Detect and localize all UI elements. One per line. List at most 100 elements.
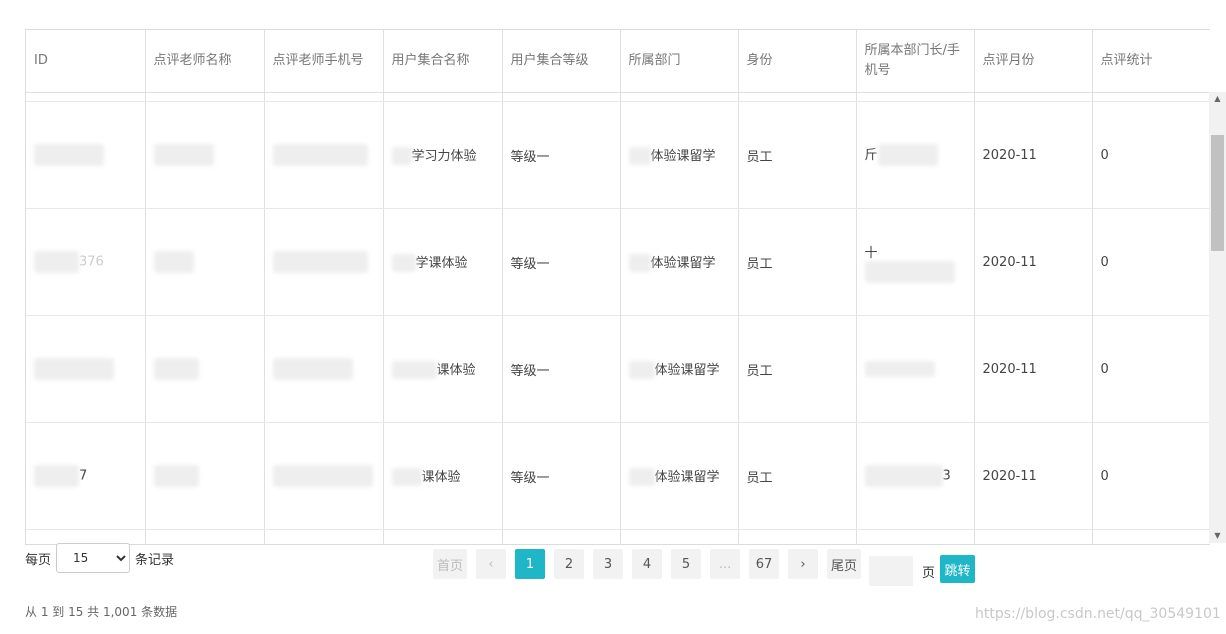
redacted-blur (272, 251, 368, 273)
cell-phone (264, 422, 384, 530)
last-page-button[interactable]: 尾页 (827, 549, 862, 579)
redacted-blur (391, 468, 422, 487)
redacted-blur (272, 465, 373, 487)
cell-id: 7 (26, 422, 146, 530)
cell-teacher (145, 208, 265, 316)
redacted-blur (153, 358, 199, 380)
column-header-month: 点评月份 (974, 30, 1093, 93)
cell-dept: 体验课留学 (620, 101, 739, 209)
cell-teacher (145, 101, 265, 209)
cell-group: 学课体验 (383, 208, 503, 316)
cell-count-link[interactable]: 0 (1092, 315, 1210, 423)
cell-count-link[interactable]: 0 (1092, 101, 1210, 209)
cell-month: 2020-11 (974, 208, 1093, 316)
table-spacer-row (26, 92, 1210, 102)
page-size-select[interactable]: 15 (56, 543, 131, 573)
data-table: ID 点评老师名称 点评老师手机号 用户集合名称 用户集合等级 所属部门 身份 … (25, 29, 1210, 545)
cell-leader: 3 (856, 422, 975, 530)
page-button-4[interactable]: 4 (632, 549, 663, 579)
column-header-teacher: 点评老师名称 (145, 30, 265, 93)
redacted-blur (391, 254, 416, 273)
cell-count-link[interactable]: 0 (1092, 208, 1210, 316)
page-button-3[interactable]: 3 (593, 549, 624, 579)
page-button-5[interactable]: 5 (671, 549, 702, 579)
cell-group: 学习力体验 (383, 101, 503, 209)
jump-unit-label: 页 (922, 566, 936, 581)
scroll-down-arrow-icon[interactable]: ▼ (1209, 529, 1226, 543)
redacted-blur (628, 468, 655, 487)
column-header-leader: 所属本部门长/手机号 (856, 30, 975, 93)
column-header-id: ID (26, 30, 146, 93)
cell-level: 等级一 (502, 208, 621, 316)
cell-level: 等级一 (502, 422, 621, 530)
redacted-blur (628, 254, 651, 273)
cell-group: 课体验 (383, 422, 503, 530)
cell-phone (264, 101, 384, 209)
redacted-blur (153, 144, 214, 166)
table-header-row: ID 点评老师名称 点评老师手机号 用户集合名称 用户集合等级 所属部门 身份 … (26, 30, 1210, 93)
cell-role: 员工 (738, 208, 857, 316)
cell-id (26, 101, 146, 209)
redacted-blur (272, 144, 368, 166)
column-header-phone: 点评老师手机号 (264, 30, 384, 93)
cell-level: 等级一 (502, 101, 621, 209)
page-button-1[interactable]: 1 (515, 549, 546, 579)
redacted-blur (877, 144, 938, 167)
cell-role: 员工 (738, 101, 857, 209)
cell-group: 课体验 (383, 315, 503, 423)
watermark: https://blog.csdn.net/qq_30549101 (975, 606, 1221, 622)
redacted-blur (272, 358, 353, 380)
cell-dept: 体验课留学 (620, 208, 739, 316)
redacted-blur (153, 465, 199, 487)
column-header-count: 点评统计 (1092, 30, 1210, 93)
redacted-blur (628, 361, 655, 380)
next-page-button[interactable]: › (788, 549, 819, 579)
cell-id (26, 315, 146, 423)
page-ellipsis: ... (710, 549, 741, 579)
redacted-blur (391, 361, 437, 380)
table-row: 7 课体验 等级一 体验课留学 员工 3 2020-11 0 (26, 422, 1210, 530)
prev-page-button[interactable]: ‹ (476, 549, 507, 579)
cell-month: 2020-11 (974, 315, 1093, 423)
scroll-up-arrow-icon[interactable]: ▲ (1209, 92, 1226, 106)
column-header-group: 用户集合名称 (383, 30, 503, 93)
cell-dept: 体验课留学 (620, 315, 739, 423)
table-row (26, 529, 1210, 544)
first-page-button[interactable]: 首页 (433, 549, 468, 579)
column-header-dept: 所属部门 (620, 30, 739, 93)
cell-month: 2020-11 (974, 422, 1093, 530)
table-row: 课体验 等级一 体验课留学 员工 2020-11 0 (26, 315, 1210, 423)
scrollbar-thumb[interactable] (1211, 135, 1224, 251)
page-size-control: 每页 15 条记录 (25, 543, 174, 573)
column-header-role: 身份 (738, 30, 857, 93)
vertical-scrollbar[interactable]: ▲ ▼ (1209, 92, 1226, 543)
column-header-level: 用户集合等级 (502, 30, 621, 93)
cell-role: 员工 (738, 422, 857, 530)
redacted-blur (864, 260, 955, 283)
cell-teacher (145, 422, 265, 530)
cell-dept: 体验课留学 (620, 422, 739, 530)
redacted-blur (864, 465, 943, 487)
jump-button[interactable]: 跳转 (940, 555, 975, 583)
records-summary: 从 1 到 15 共 1,001 条数据 (25, 605, 178, 619)
table-row: 学习力体验 等级一 体验课留学 员工 斤 2020-11 0 (26, 101, 1210, 209)
cell-leader: 十 (856, 208, 975, 316)
jump-page-input[interactable] (869, 556, 913, 586)
cell-phone (264, 208, 384, 316)
page-button-2[interactable]: 2 (554, 549, 585, 579)
page-button-67[interactable]: 67 (749, 549, 780, 579)
redacted-blur (34, 251, 79, 273)
cell-month: 2020-11 (974, 101, 1093, 209)
pagination: 首页 ‹ 1 2 3 4 5 ... 67 › 尾页 (433, 549, 870, 579)
cell-teacher (145, 315, 265, 423)
redacted-blur (391, 147, 412, 166)
cell-leader: 斤 (856, 101, 975, 209)
cell-leader (856, 315, 975, 423)
cell-phone (264, 315, 384, 423)
redacted-blur (153, 251, 194, 273)
cell-role: 员工 (738, 315, 857, 423)
page-size-prefix: 每页 (25, 552, 52, 568)
cell-count-link[interactable]: 0 (1092, 422, 1210, 530)
cell-level: 等级一 (502, 315, 621, 423)
table-row: 376 学课体验 等级一 体验课留学 员工 十 2020-11 0 (26, 208, 1210, 316)
